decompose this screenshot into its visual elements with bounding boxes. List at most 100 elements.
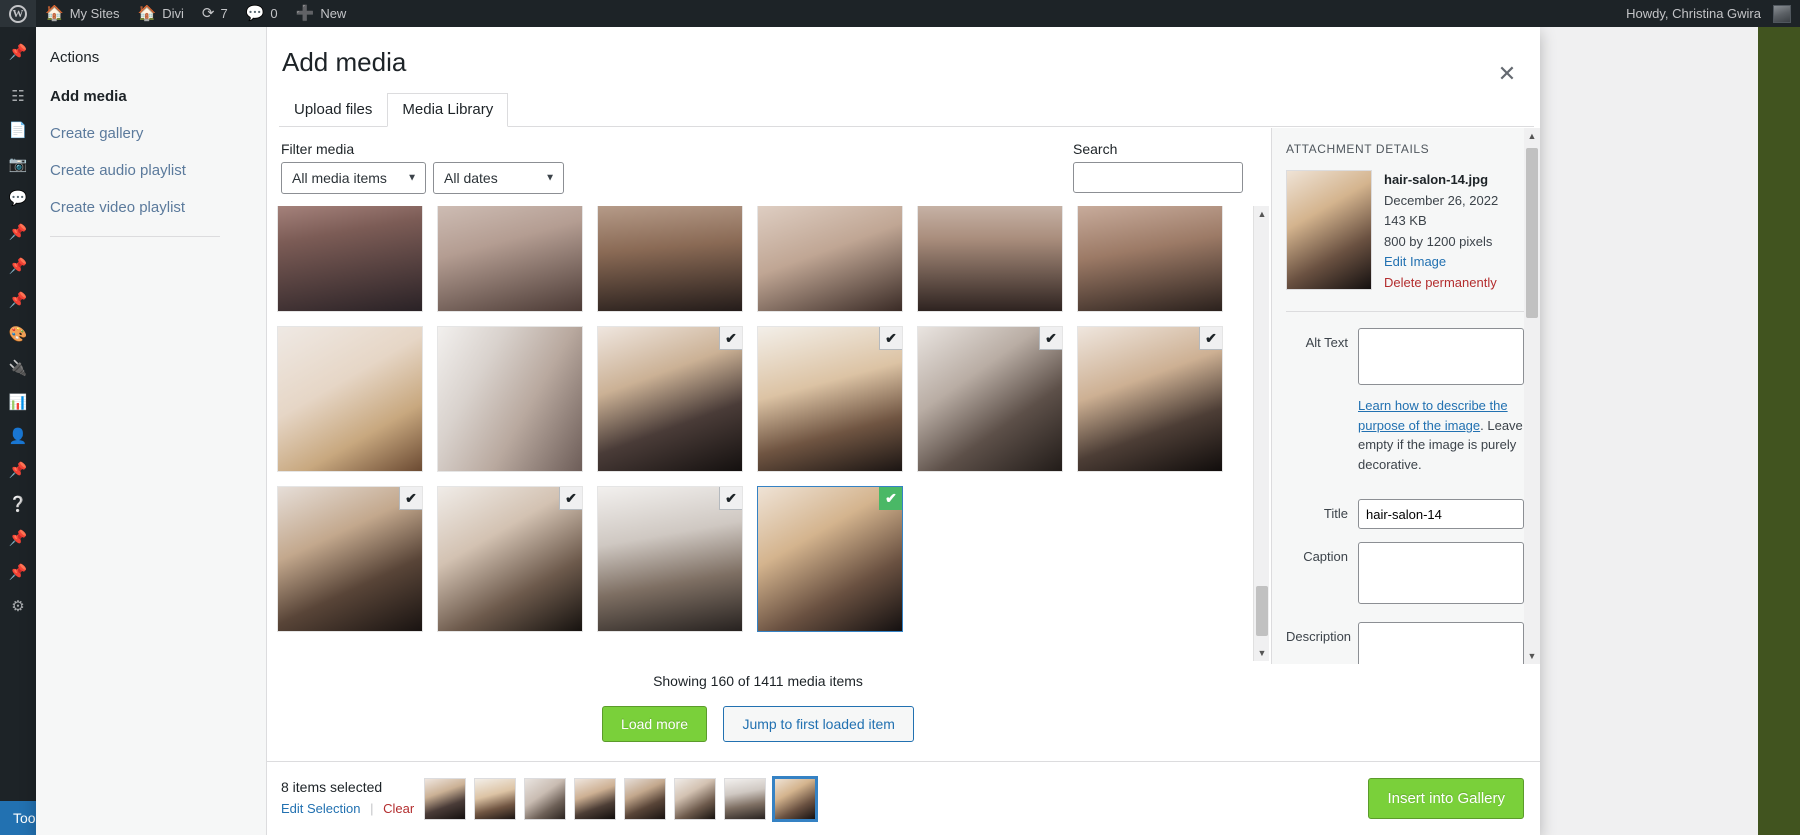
media-item-hair-salon-12[interactable]: ✔ (437, 486, 583, 632)
settings-icon[interactable]: ⚙ (0, 589, 36, 623)
action-create-video-playlist[interactable]: Create video playlist (50, 199, 246, 216)
media-item-hair-salon-14[interactable]: ✔ (757, 486, 903, 632)
edit-image-link[interactable]: Edit Image (1384, 252, 1498, 273)
media-item-partial-3[interactable] (597, 206, 743, 312)
media-item-partial-2[interactable] (437, 206, 583, 312)
pin-icon[interactable]: 📌 (0, 35, 36, 69)
pin-icon-6[interactable]: 📌 (0, 521, 36, 555)
posts-icon[interactable]: 📄 (0, 113, 36, 147)
checkmark-icon[interactable]: ✔ (1039, 327, 1062, 350)
media-type-filter-select[interactable]: All media items ▼ (281, 162, 426, 194)
media-item-hair-salon-01[interactable] (277, 326, 423, 472)
action-create-audio-playlist[interactable]: Create audio playlist (50, 162, 246, 179)
selected-thumb-5[interactable] (624, 777, 666, 820)
analytics-icon[interactable]: 📊 (0, 385, 36, 419)
pin-icon-3[interactable]: 📌 (0, 249, 36, 283)
tab-media-library[interactable]: Media Library (387, 93, 509, 127)
action-create-gallery[interactable]: Create gallery (50, 125, 246, 142)
description-field-row: Description (1286, 622, 1524, 664)
media-item-hair-salon-06[interactable]: ✔ (1077, 326, 1223, 472)
jump-to-first-loaded-item-button[interactable]: Jump to first loaded item (723, 706, 914, 742)
thumbnail-image (525, 778, 565, 819)
users-icon[interactable]: 👤 (0, 419, 36, 453)
attachment-thumbnail[interactable] (1286, 170, 1372, 290)
checkmark-icon-selected[interactable]: ✔ (879, 487, 902, 510)
media-item-partial-4[interactable] (757, 206, 903, 312)
scroll-down-icon[interactable]: ▼ (1254, 645, 1270, 661)
admin-bar-comments-count: 0 (270, 6, 278, 21)
selected-thumb-6[interactable] (674, 777, 716, 820)
admin-bar-howdy[interactable]: Howdy, Christina Gwira (1617, 0, 1800, 27)
checkmark-icon[interactable]: ✔ (719, 327, 742, 350)
insert-into-gallery-button[interactable]: Insert into Gallery (1368, 778, 1524, 819)
comments-icon[interactable]: 💬 (0, 181, 36, 215)
pin-icon-7[interactable]: 📌 (0, 555, 36, 589)
close-icon[interactable]: ✕ (1492, 59, 1522, 89)
admin-sidebar-menu[interactable]: 📌 ☷ 📄 📷 💬 📌 📌 📌 🎨 🔌 📊 👤 📌 ❔ 📌 📌 ⚙ (0, 27, 36, 835)
attachment-details-heading: ATTACHMENT DETAILS (1286, 142, 1430, 156)
scroll-up-icon[interactable]: ▲ (1254, 206, 1270, 222)
search-input[interactable] (1073, 162, 1243, 193)
caption-label: Caption (1303, 549, 1348, 565)
scrollbar-thumb-details[interactable] (1526, 148, 1538, 318)
scrollbar-thumb[interactable] (1256, 586, 1268, 636)
delete-permanently-link[interactable]: Delete permanently (1384, 273, 1498, 294)
media-icon[interactable]: 📷 (0, 147, 36, 181)
scroll-down-icon-details[interactable]: ▼ (1524, 648, 1540, 664)
date-filter-select[interactable]: All dates ▼ (433, 162, 564, 194)
attachment-date: December 26, 2022 (1384, 192, 1499, 208)
pin-icon-5[interactable]: 📌 (0, 453, 36, 487)
edit-selection-link[interactable]: Edit Selection (281, 801, 361, 816)
media-item-partial-6[interactable] (1077, 206, 1223, 312)
attachment-details-scrollbar[interactable]: ▲ ▼ (1524, 128, 1540, 664)
selected-thumb-1[interactable] (424, 777, 466, 820)
checkmark-icon[interactable]: ✔ (1199, 327, 1222, 350)
wordpress-logo-button[interactable]: W (0, 0, 36, 27)
add-media-modal: Actions Add media Create gallery Create … (36, 27, 1540, 835)
media-item-hair-salon-13[interactable]: ✔ (597, 486, 743, 632)
checkmark-icon[interactable]: ✔ (879, 327, 902, 350)
selected-thumb-7[interactable] (724, 777, 766, 820)
checkmark-icon[interactable]: ✔ (719, 487, 742, 510)
appearance-icon[interactable]: 🎨 (0, 317, 36, 351)
title-input[interactable] (1358, 499, 1524, 530)
media-item-hair-salon-03[interactable]: ✔ (597, 326, 743, 472)
thumbnail-image (438, 327, 582, 471)
scroll-up-icon-details[interactable]: ▲ (1524, 128, 1540, 144)
load-more-button[interactable]: Load more (602, 706, 707, 742)
action-add-media[interactable]: Add media (50, 88, 246, 105)
selected-thumb-8[interactable] (774, 777, 816, 820)
alt-text-input[interactable] (1358, 328, 1524, 386)
thumbnail-image (1078, 206, 1222, 311)
caption-input[interactable] (1358, 542, 1524, 605)
media-item-hair-salon-05[interactable]: ✔ (917, 326, 1063, 472)
media-grid-viewport[interactable]: ✔ ✔ ✔ ✔ ✔ ✔ ✔ ✔ (277, 206, 1259, 661)
selected-thumb-4[interactable] (574, 777, 616, 820)
help-icon[interactable]: ❔ (0, 487, 36, 521)
media-item-partial-5[interactable] (917, 206, 1063, 312)
description-input[interactable] (1358, 622, 1524, 664)
admin-bar-account-area[interactable]: Howdy, Christina Gwira (1617, 0, 1800, 27)
checkmark-icon[interactable]: ✔ (399, 487, 422, 510)
pin-icon-2[interactable]: 📌 (0, 215, 36, 249)
tab-upload-files[interactable]: Upload files (279, 93, 387, 127)
selected-thumb-2[interactable] (474, 777, 516, 820)
clear-selection-link[interactable]: Clear (383, 801, 414, 816)
selected-thumb-3[interactable] (524, 777, 566, 820)
media-item-hair-salon-04[interactable]: ✔ (757, 326, 903, 472)
pin-icon-4[interactable]: 📌 (0, 283, 36, 317)
media-grid-scrollbar[interactable]: ▲ ▼ (1253, 206, 1269, 661)
admin-bar-updates[interactable]: ⟳ 7 (193, 0, 237, 27)
admin-bar-comments[interactable]: 💬 0 (237, 0, 287, 27)
admin-bar-site-divi[interactable]: 🏠 Divi (129, 0, 193, 27)
media-item-hair-salon-02[interactable] (437, 326, 583, 472)
media-item-hair-salon-11[interactable]: ✔ (277, 486, 423, 632)
alt-text-help: Learn how to describe the purpose of the… (1358, 396, 1524, 474)
dashboard-icon[interactable]: ☷ (0, 79, 36, 113)
checkmark-icon[interactable]: ✔ (559, 487, 582, 510)
admin-bar-my-sites[interactable]: 🏠 My Sites (36, 0, 129, 27)
media-item-partial-1[interactable] (277, 206, 423, 312)
plugins-icon[interactable]: 🔌 (0, 351, 36, 385)
admin-bar-new[interactable]: ➕ New (287, 0, 356, 27)
attachment-summary: hair-salon-14.jpg December 26, 2022 143 … (1286, 170, 1524, 293)
